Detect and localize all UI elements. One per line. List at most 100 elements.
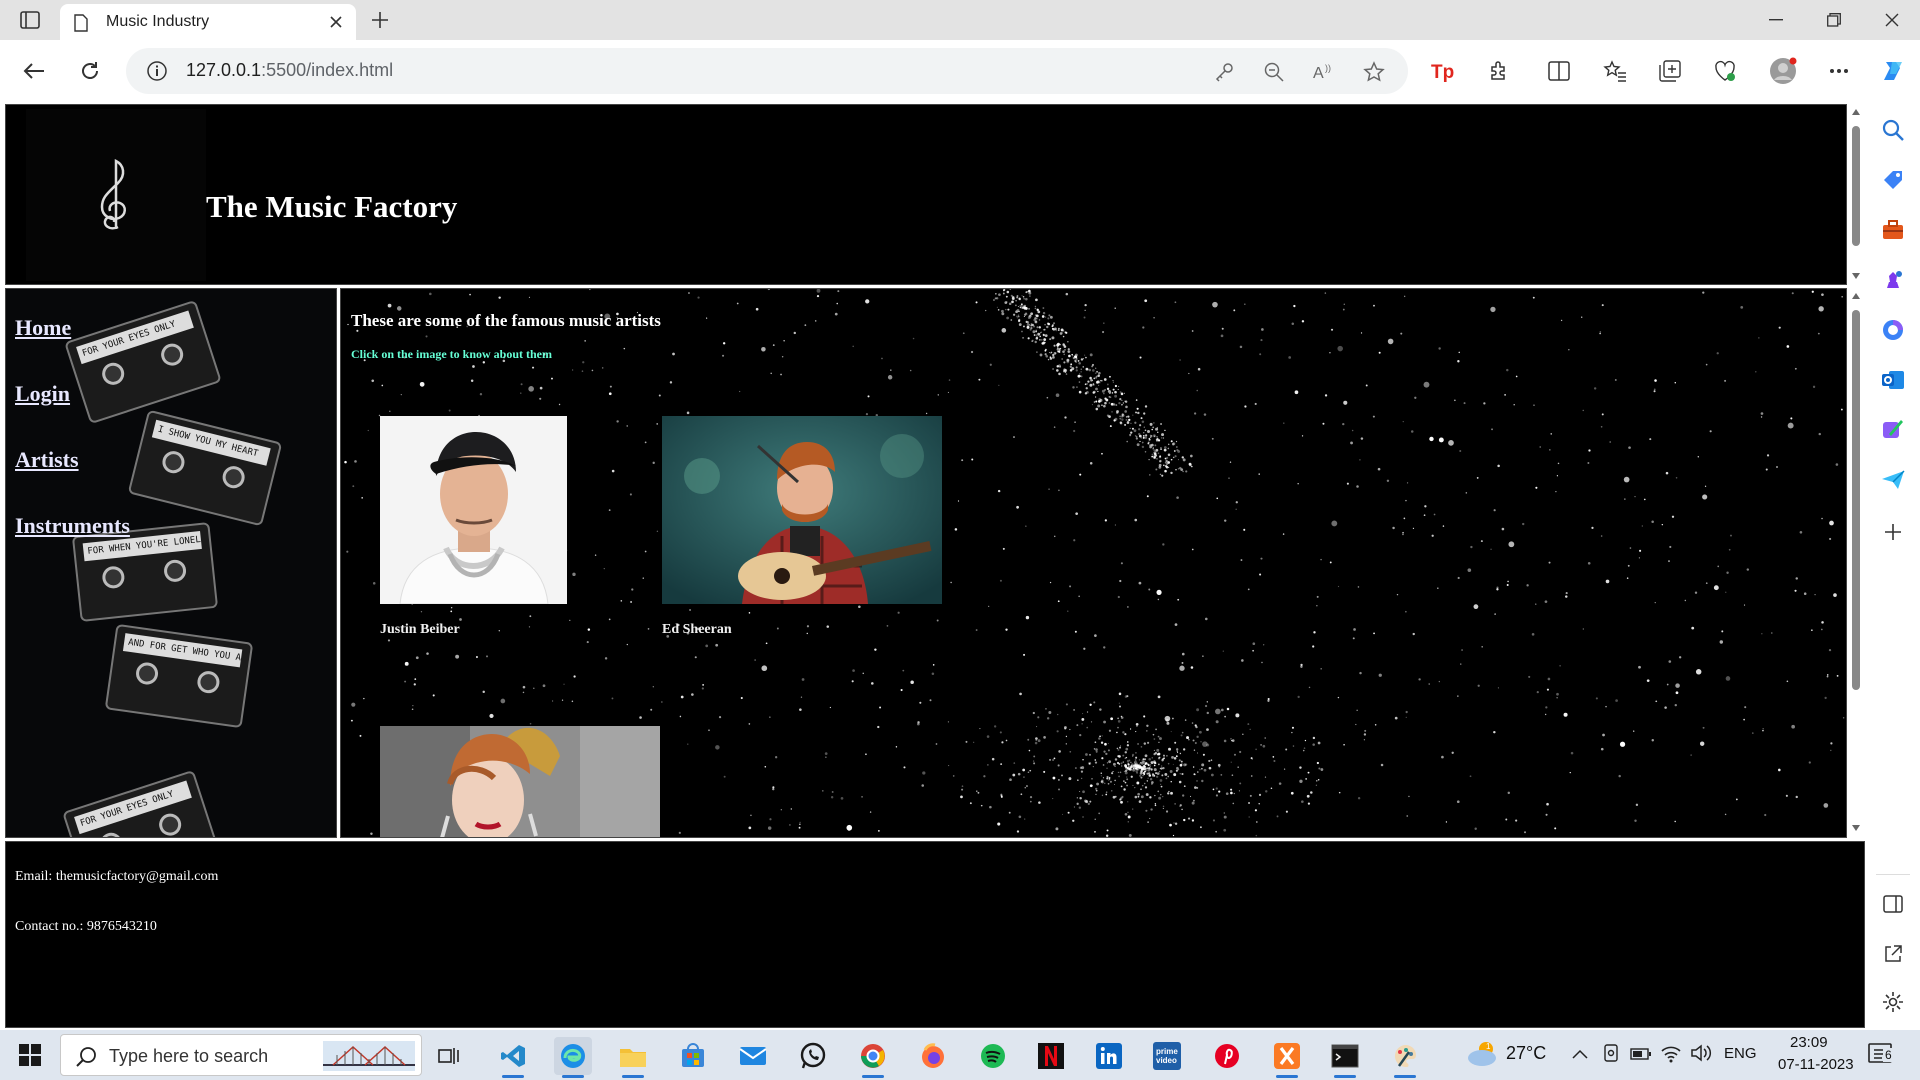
svg-text:prime: prime xyxy=(1156,1047,1178,1056)
footer-email: Email: themusicfactory@gmail.com xyxy=(15,869,219,884)
favorites-icon[interactable] xyxy=(1600,56,1630,86)
justin-beiber-photo[interactable] xyxy=(380,416,567,604)
nav-link-home[interactable]: Home xyxy=(15,315,71,341)
nav-link-artists[interactable]: Artists xyxy=(15,447,79,473)
url-text[interactable]: 127.0.0.1:5500/index.html xyxy=(186,60,393,81)
weather-temperature[interactable]: 27°C xyxy=(1506,1043,1546,1064)
cassette-tape-image: AND FOR GET WHO YOU ARE xyxy=(104,623,254,729)
page-viewport: The Music Factory FOR YOUR EYES ONLY I S… xyxy=(0,102,1866,1030)
wifi-icon[interactable] xyxy=(1660,1043,1682,1067)
vscode-icon[interactable] xyxy=(494,1037,532,1078)
weather-cloud-icon[interactable]: 1 xyxy=(1466,1040,1500,1072)
profile-avatar[interactable] xyxy=(1768,56,1798,86)
taskbar-search-box[interactable]: Type here to search xyxy=(60,1034,422,1076)
search-icon xyxy=(75,1046,97,1072)
browser-essentials-icon[interactable] xyxy=(1710,56,1740,86)
more-options-icon[interactable] xyxy=(1824,56,1854,86)
address-bar[interactable]: 127.0.0.1:5500/index.html A)) xyxy=(126,48,1408,94)
shopping-tag-icon[interactable] xyxy=(1881,168,1905,192)
main-content-frame: These are some of the famous music artis… xyxy=(340,288,1847,838)
clock-time[interactable]: 23:09 xyxy=(1790,1034,1828,1051)
tab-actions-icon[interactable] xyxy=(14,7,46,33)
taylor-swift-photo[interactable] xyxy=(380,726,660,837)
main-heading: These are some of the famous music artis… xyxy=(351,311,661,330)
hide-sidebar-icon[interactable] xyxy=(1881,892,1905,916)
notification-icon[interactable]: 6 xyxy=(1868,1042,1898,1068)
search-icon[interactable] xyxy=(1881,118,1905,142)
external-link-icon[interactable] xyxy=(1881,942,1905,966)
restore-icon[interactable] xyxy=(1806,0,1862,40)
favorite-star-icon[interactable] xyxy=(1362,60,1386,84)
whatsapp-icon[interactable] xyxy=(794,1037,832,1075)
paint-icon[interactable] xyxy=(1386,1037,1424,1078)
svg-text:Tp: Tp xyxy=(1431,62,1454,82)
close-tab-icon[interactable] xyxy=(324,10,348,34)
chevron-up-icon[interactable] xyxy=(1572,1045,1588,1064)
linkedin-icon[interactable] xyxy=(1090,1037,1128,1075)
file-explorer-icon[interactable] xyxy=(614,1037,652,1078)
microsoft-store-icon[interactable] xyxy=(674,1037,712,1075)
edge-sidebar xyxy=(1866,102,1920,1030)
svg-text:)): )) xyxy=(1325,63,1331,73)
header-scrollbar[interactable] xyxy=(1847,104,1865,285)
device-icon[interactable] xyxy=(1602,1043,1620,1067)
xampp-icon[interactable] xyxy=(1268,1037,1306,1078)
new-tab-icon[interactable] xyxy=(364,6,396,34)
tools-briefcase-icon[interactable] xyxy=(1881,218,1905,242)
chrome-icon[interactable] xyxy=(854,1037,892,1078)
microsoft-365-icon[interactable] xyxy=(1881,318,1905,342)
extensions-puzzle-icon[interactable] xyxy=(1484,56,1514,86)
add-icon[interactable] xyxy=(1881,520,1905,544)
netflix-icon[interactable] xyxy=(1032,1037,1070,1075)
sidebar-divider xyxy=(1876,874,1910,875)
pinterest-icon[interactable] xyxy=(1208,1037,1246,1075)
artist-name-ed[interactable]: Ed Sheeran xyxy=(662,622,732,638)
mail-icon[interactable] xyxy=(734,1037,772,1075)
cassette-tape-image: FOR YOUR EYES ONLY xyxy=(64,299,222,425)
terminal-icon[interactable] xyxy=(1326,1037,1364,1078)
tp-extension-icon[interactable]: Tp xyxy=(1428,56,1458,86)
nav-link-instruments[interactable]: Instruments xyxy=(15,513,130,539)
site-info-icon[interactable] xyxy=(146,60,168,86)
clock-date[interactable]: 07-11-2023 xyxy=(1778,1056,1854,1073)
nav-link-login[interactable]: Login xyxy=(15,381,70,407)
battery-icon[interactable] xyxy=(1630,1046,1652,1065)
content-scrollbar-thumb[interactable] xyxy=(1852,310,1860,690)
collections-icon[interactable] xyxy=(1655,56,1685,86)
split-screen-icon[interactable] xyxy=(1544,56,1574,86)
close-window-icon[interactable] xyxy=(1864,0,1920,40)
zoom-out-icon[interactable] xyxy=(1262,60,1286,84)
artist-name-justin[interactable]: Justin Beiber xyxy=(380,622,460,638)
games-chess-icon[interactable] xyxy=(1881,268,1905,292)
windows-start-icon[interactable] xyxy=(10,1039,50,1071)
treble-clef-logo xyxy=(26,109,206,281)
volume-icon[interactable] xyxy=(1690,1043,1712,1067)
task-view-icon[interactable] xyxy=(430,1037,468,1075)
browser-toolbar: 127.0.0.1:5500/index.html A)) Tp xyxy=(0,40,1920,102)
designer-icon[interactable] xyxy=(1881,418,1905,442)
bridge-scene-icon xyxy=(323,1041,415,1071)
minimize-icon[interactable] xyxy=(1748,0,1804,40)
back-arrow-icon[interactable] xyxy=(16,53,52,89)
svg-text:video: video xyxy=(1156,1056,1177,1065)
send-plane-icon[interactable] xyxy=(1881,468,1905,492)
prime-video-icon[interactable]: prime video xyxy=(1148,1037,1186,1075)
header-scrollbar-thumb[interactable] xyxy=(1852,126,1860,246)
ed-sheeran-photo[interactable] xyxy=(662,416,942,604)
edge-browser-icon[interactable] xyxy=(554,1037,592,1078)
read-aloud-icon[interactable]: A)) xyxy=(1312,60,1336,84)
header-frame: The Music Factory xyxy=(5,104,1847,285)
content-scrollbar[interactable] xyxy=(1847,288,1865,838)
firefox-icon[interactable] xyxy=(914,1037,952,1075)
site-title: The Music Factory xyxy=(206,189,458,224)
copilot-icon[interactable] xyxy=(1878,56,1908,86)
key-icon[interactable] xyxy=(1212,60,1236,84)
language-indicator[interactable]: ENG xyxy=(1724,1045,1757,1062)
svg-text:1: 1 xyxy=(1486,1042,1491,1051)
settings-gear-icon[interactable] xyxy=(1881,990,1905,1014)
browser-tab[interactable]: Music Industry xyxy=(60,4,356,40)
tab-title: Music Industry xyxy=(106,13,210,30)
outlook-icon[interactable] xyxy=(1881,368,1905,392)
refresh-icon[interactable] xyxy=(72,53,108,89)
spotify-icon[interactable] xyxy=(974,1037,1012,1075)
